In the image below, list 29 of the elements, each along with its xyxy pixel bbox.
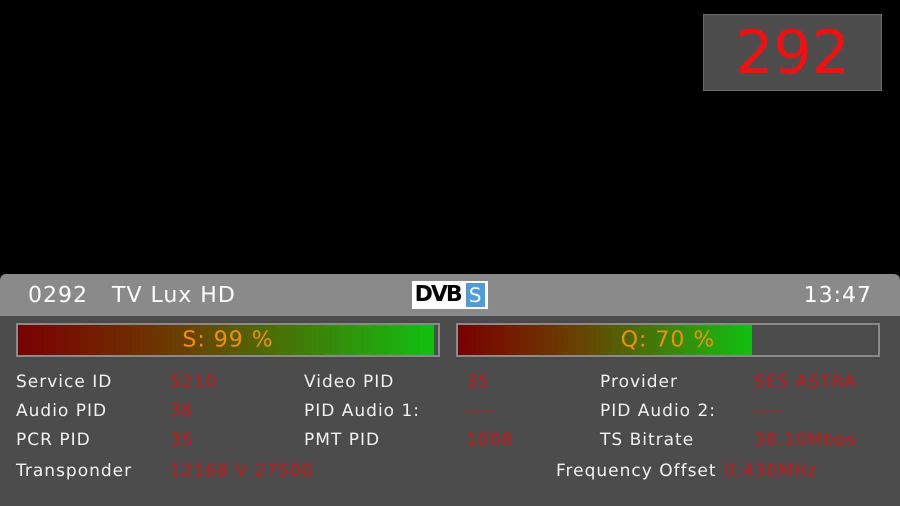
clock-time: 13:47 [804,282,872,308]
detail-value: 5210 [170,371,218,393]
meter-reading: S: 99 % [182,328,274,352]
detail-value: 38.10Mbps [754,429,858,451]
channel-number: 0292 [28,282,88,308]
detail-label: Audio PID [16,400,108,422]
detail-value: 36 [170,400,195,422]
detail-value: ---- [754,400,784,422]
detail-label: PMT PID [304,429,382,451]
meter-reading: Q: 70 % [620,328,716,352]
dvb-logo: DVB S [412,281,488,309]
detail-value: 35 [170,429,195,451]
detail-value: SES ASTRA [754,371,858,393]
channel-name: TV Lux HD [112,282,236,308]
detail-value: 35 [466,371,491,393]
detail-value: 12168 V 27500 [170,460,314,482]
detail-value: ---- [466,400,496,422]
detail-label: PCR PID [16,429,92,451]
detail-label: Transponder [16,460,134,482]
detail-label: Provider [600,371,679,393]
detail-value: 1008 [466,429,514,451]
channel-number-badge: 292 [703,14,882,91]
detail-label: Video PID [304,371,396,393]
detail-label: PID Audio 2: [600,400,718,422]
detail-label: TS Bitrate [600,429,696,451]
detail-label: PID Audio 1: [304,400,422,422]
detail-label: Service ID [16,371,114,393]
detail-value: 0.430MHz [724,460,818,482]
detail-label: Frequency Offset [556,460,717,482]
